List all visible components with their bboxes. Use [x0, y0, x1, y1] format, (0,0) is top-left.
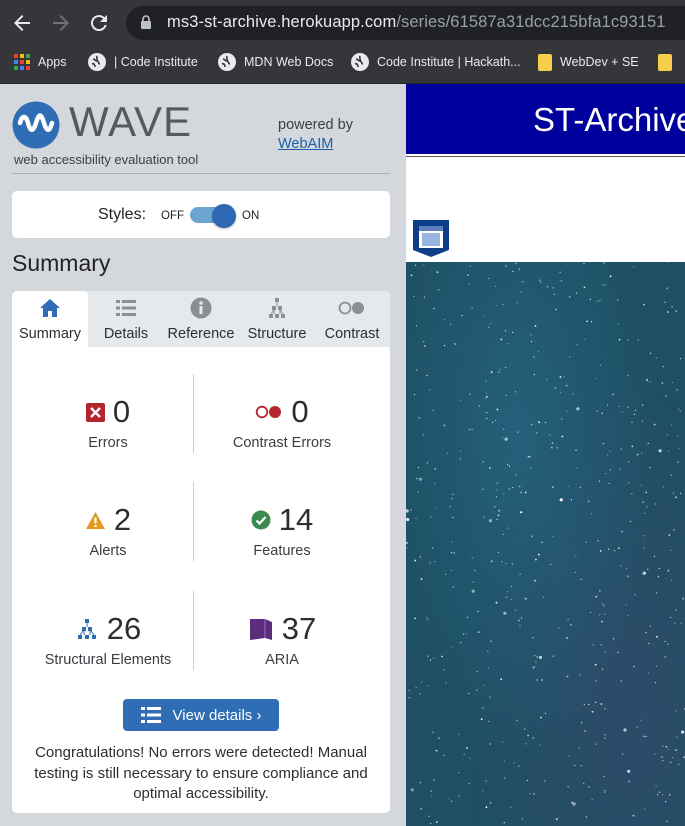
- contrast-icon: [338, 301, 364, 315]
- globe-icon: [88, 53, 106, 71]
- feature-icon: [251, 510, 271, 530]
- styles-toggle-knob[interactable]: [212, 204, 236, 228]
- bookmark-hackathon[interactable]: Code Institute | Hackath...: [351, 46, 521, 78]
- wave-brand: WAVE: [69, 98, 193, 145]
- info-icon: [190, 297, 212, 319]
- bookmark-apps[interactable]: Apps: [14, 46, 67, 78]
- list-icon: [116, 300, 136, 316]
- url-text: ms3-st-archive.herokuapp.com/series/6158…: [167, 13, 666, 31]
- styles-label: Styles:: [98, 206, 147, 223]
- wave-structure-marker-icon[interactable]: [411, 218, 451, 258]
- reload-icon[interactable]: [87, 11, 111, 35]
- header-rule: [406, 156, 685, 157]
- page-viewport: ST-Archive: [406, 84, 685, 826]
- address-bar[interactable]: ms3-st-archive.herokuapp.com/series/6158…: [126, 6, 685, 40]
- tab-contrast[interactable]: Contrast: [314, 291, 390, 347]
- wave-logo-icon: [12, 101, 60, 149]
- stat-features[interactable]: 14 Features: [192, 500, 372, 559]
- webaim-link[interactable]: WebAIM: [278, 136, 333, 152]
- tab-structure[interactable]: Structure: [239, 291, 315, 347]
- site-title[interactable]: ST-Archive: [533, 101, 685, 139]
- forward-icon[interactable]: [49, 11, 73, 35]
- powered-by: powered by WebAIM: [278, 117, 353, 152]
- bookmark-webdev[interactable]: WebDev + SE: [538, 46, 639, 78]
- back-icon[interactable]: [10, 11, 34, 35]
- stat-aria[interactable]: 37 ARIA: [192, 609, 372, 668]
- styles-toggle-card: Styles: OFF ON: [12, 191, 390, 238]
- globe-icon: [351, 53, 369, 71]
- wave-sidebar: WAVE web accessibility evaluation tool p…: [0, 84, 406, 826]
- summary-heading: Summary: [12, 250, 111, 276]
- folder-icon: [658, 53, 672, 71]
- error-icon: [85, 402, 105, 422]
- tab-summary[interactable]: Summary: [12, 291, 88, 347]
- stat-errors[interactable]: 0 Errors: [18, 392, 198, 451]
- wave-tagline: web accessibility evaluation tool: [14, 152, 199, 167]
- list-icon: [140, 707, 161, 723]
- contrast-error-icon: [256, 405, 282, 419]
- styles-on-label: ON: [242, 210, 260, 222]
- divider: [12, 173, 390, 174]
- alert-icon: [85, 511, 105, 529]
- summary-message: Congratulations! No errors were detected…: [34, 744, 368, 802]
- stat-alerts[interactable]: 2 Alerts: [18, 500, 198, 559]
- bookmark-mdn[interactable]: MDN Web Docs: [218, 46, 333, 78]
- structural-element-icon: [77, 619, 96, 639]
- home-icon: [40, 299, 60, 317]
- aria-icon: [249, 619, 272, 640]
- bookmarks-bar: Apps | Code Institute MDN Web Docs Code …: [0, 46, 685, 84]
- tab-bar: Summary Details Reference Structure Cont…: [12, 291, 390, 347]
- hero-image: [406, 261, 685, 826]
- globe-icon: [218, 53, 236, 71]
- summary-panel: Summary Details Reference Structure Cont…: [12, 291, 390, 813]
- structure-icon: [269, 298, 285, 318]
- view-details-button[interactable]: View details ›: [123, 699, 279, 731]
- lock-icon: [141, 15, 151, 29]
- stat-contrast-errors[interactable]: 0 Contrast Errors: [192, 392, 372, 451]
- styles-off-label: OFF: [161, 210, 184, 222]
- tab-reference[interactable]: Reference: [163, 291, 239, 347]
- site-header: ST-Archive: [406, 84, 685, 154]
- tab-details[interactable]: Details: [88, 291, 164, 347]
- folder-icon: [538, 53, 552, 71]
- browser-toolbar: ms3-st-archive.herokuapp.com/series/6158…: [0, 0, 685, 46]
- starfield-stars: [406, 261, 685, 825]
- bookmark-folder-more[interactable]: [658, 46, 672, 78]
- stat-structural-elements[interactable]: 26 Structural Elements: [18, 609, 198, 668]
- bookmark-code-institute[interactable]: | Code Institute: [88, 46, 198, 78]
- apps-grid-icon: [14, 54, 30, 70]
